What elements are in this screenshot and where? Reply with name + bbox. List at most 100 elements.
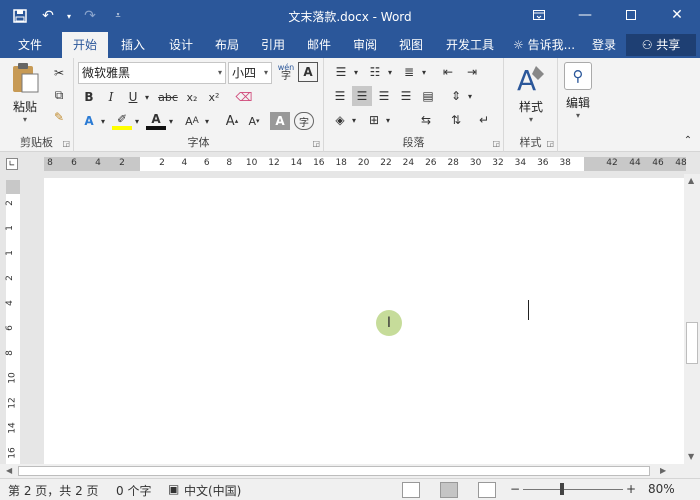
paste-button[interactable]: 粘贴 ▾ — [4, 62, 46, 124]
web-layout-icon[interactable] — [478, 482, 496, 498]
read-mode-icon[interactable] — [402, 482, 420, 498]
dialog-launcher-icon[interactable]: ◲ — [312, 139, 320, 148]
dialog-launcher-icon[interactable]: ◲ — [546, 139, 554, 148]
page-count[interactable]: 第 2 页，共 2 页 — [8, 482, 99, 499]
cut-icon[interactable]: ✂ — [50, 64, 68, 82]
chevron-down-icon[interactable]: ▾ — [142, 88, 152, 106]
scroll-right-icon[interactable]: ▶ — [660, 466, 666, 475]
ruler-bar[interactable]: 8 6 4 2 2 4 6 8 10 12 14 16 18 20 22 24 26 28 30 32 34 36 38 42… — [44, 157, 687, 171]
clear-formatting-icon[interactable]: ⌫ — [234, 88, 254, 106]
char-border-button[interactable]: A — [298, 62, 318, 82]
horizontal-scrollbar[interactable]: ◀ ▶ — [0, 464, 700, 478]
align-left-icon[interactable]: ☰ — [330, 86, 350, 106]
tab-selector-icon[interactable]: ∟ — [6, 158, 18, 170]
phonetic-guide-button[interactable]: wén 字 — [276, 62, 296, 82]
superscript-button[interactable]: x² — [204, 88, 224, 106]
chevron-down-icon[interactable]: ▾ — [202, 112, 212, 130]
zoom-in-button[interactable]: + — [626, 482, 636, 496]
chevron-down-icon[interactable]: ▾ — [352, 62, 360, 82]
underline-button[interactable]: U — [124, 88, 142, 106]
strikethrough-button[interactable]: abc — [156, 88, 180, 106]
font-name-box[interactable]: 微软雅黑 ▾ — [78, 62, 226, 84]
chevron-down-icon[interactable]: ▾ — [420, 62, 428, 82]
tab-view[interactable]: 视图 — [390, 32, 432, 58]
decrease-indent-icon[interactable]: ⇤ — [438, 62, 458, 82]
scroll-down-icon[interactable]: ▼ — [688, 452, 694, 461]
language[interactable]: 中文(中国) — [184, 482, 241, 499]
zoom-level[interactable]: 80% — [648, 482, 675, 496]
word-count[interactable]: 0 个字 — [116, 482, 151, 499]
justify-icon[interactable]: ☰ — [396, 86, 416, 106]
format-painter-icon[interactable]: ✎ — [50, 108, 68, 126]
zoom-out-button[interactable]: − — [510, 482, 520, 496]
vertical-ruler[interactable]: 2 1 1 2 4 6 8 10 12 14 16 — [5, 180, 20, 464]
align-right-icon[interactable]: ☰ — [374, 86, 394, 106]
editing-button[interactable]: ⚲ 编辑 ▾ — [558, 62, 598, 120]
tab-design[interactable]: 设计 — [160, 32, 202, 58]
minimize-icon[interactable]: — — [562, 0, 608, 30]
tab-developer[interactable]: 开发工具 — [438, 32, 502, 58]
scroll-left-icon[interactable]: ◀ — [6, 466, 12, 475]
chevron-down-icon[interactable]: ▾ — [384, 110, 392, 130]
borders-icon[interactable]: ⊞ — [364, 110, 384, 130]
close-icon[interactable]: ✕ — [654, 0, 700, 30]
copy-icon[interactable]: ⧉ — [50, 86, 68, 104]
italic-button[interactable]: I — [102, 88, 120, 106]
dialog-launcher-icon[interactable]: ◲ — [62, 139, 70, 148]
text-effects-button[interactable]: A — [80, 112, 98, 130]
highlighter-icon[interactable]: ✐ — [112, 112, 132, 130]
increase-indent-icon[interactable]: ⇥ — [462, 62, 482, 82]
shrink-font-button[interactable]: A ▾ — [244, 112, 264, 130]
maximize-icon[interactable] — [608, 0, 654, 30]
tab-insert[interactable]: 插入 — [112, 32, 154, 58]
tab-references[interactable]: 引用 — [252, 32, 294, 58]
chinese-layout-icon[interactable]: ⇆ — [416, 110, 436, 130]
paragraph-marks-icon[interactable]: ↵ — [474, 110, 494, 130]
vertical-scroll-thumb[interactable] — [686, 322, 698, 364]
horizontal-scroll-thumb[interactable] — [18, 466, 650, 476]
zoom-slider[interactable] — [523, 489, 623, 490]
tab-mailings[interactable]: 邮件 — [298, 32, 340, 58]
tab-review[interactable]: 审阅 — [344, 32, 386, 58]
tell-me[interactable]: ☼ 告诉我... — [513, 32, 575, 58]
chevron-down-icon[interactable]: ▾ — [166, 112, 176, 130]
tab-file[interactable]: 文件 — [8, 32, 52, 58]
styles-button[interactable]: A 样式 ▾ — [510, 62, 552, 124]
bold-button[interactable]: B — [80, 88, 98, 106]
multilevel-list-icon[interactable]: ≣ — [398, 62, 420, 82]
line-spacing-icon[interactable]: ⇕ — [446, 86, 466, 106]
vertical-scrollbar[interactable]: ▲ ▼ — [684, 174, 700, 464]
chevron-down-icon[interactable]: ▾ — [98, 112, 108, 130]
share-button[interactable]: ⚇ 共享 — [626, 34, 696, 56]
bullets-icon[interactable]: ☰ — [330, 62, 352, 82]
scroll-up-icon[interactable]: ▲ — [688, 176, 694, 185]
tab-layout[interactable]: 布局 — [206, 32, 248, 58]
zoom-slider-thumb[interactable] — [559, 483, 564, 495]
sort-icon[interactable]: ⇅ — [446, 110, 466, 130]
dialog-launcher-icon[interactable]: ◲ — [492, 139, 500, 148]
subscript-button[interactable]: x₂ — [182, 88, 202, 106]
numbering-icon[interactable]: ☷ — [364, 62, 386, 82]
proofing-icon[interactable]: ▣ — [168, 482, 179, 496]
document-area[interactable]: I — [22, 174, 700, 464]
distributed-icon[interactable]: ▤ — [418, 86, 438, 106]
document-page[interactable]: I — [44, 178, 700, 464]
print-layout-icon[interactable] — [440, 482, 458, 498]
aa-case-button[interactable]: AA — [182, 112, 202, 130]
font-size-box[interactable]: 小四 ▾ — [228, 62, 272, 84]
login-link[interactable]: 登录 — [592, 32, 616, 58]
chevron-down-icon[interactable]: ▾ — [466, 86, 474, 106]
tab-home[interactable]: 开始 — [62, 32, 108, 58]
align-center-icon[interactable]: ☰ — [352, 86, 372, 106]
collapse-ribbon-icon[interactable]: ⌃ — [680, 132, 696, 148]
font-color-button[interactable]: A — [146, 112, 166, 130]
char-shading-button[interactable]: A — [270, 112, 290, 130]
chevron-down-icon[interactable]: ▾ — [350, 110, 358, 130]
chevron-down-icon[interactable]: ▾ — [386, 62, 394, 82]
shading-icon[interactable]: ◈ — [330, 110, 350, 130]
enclose-char-button[interactable]: 字 — [294, 112, 314, 130]
person-icon: ⚇ — [641, 38, 657, 52]
grow-font-button[interactable]: A ▴ — [222, 112, 242, 130]
chevron-down-icon[interactable]: ▾ — [132, 112, 142, 130]
ribbon-display-icon[interactable] — [516, 0, 562, 30]
